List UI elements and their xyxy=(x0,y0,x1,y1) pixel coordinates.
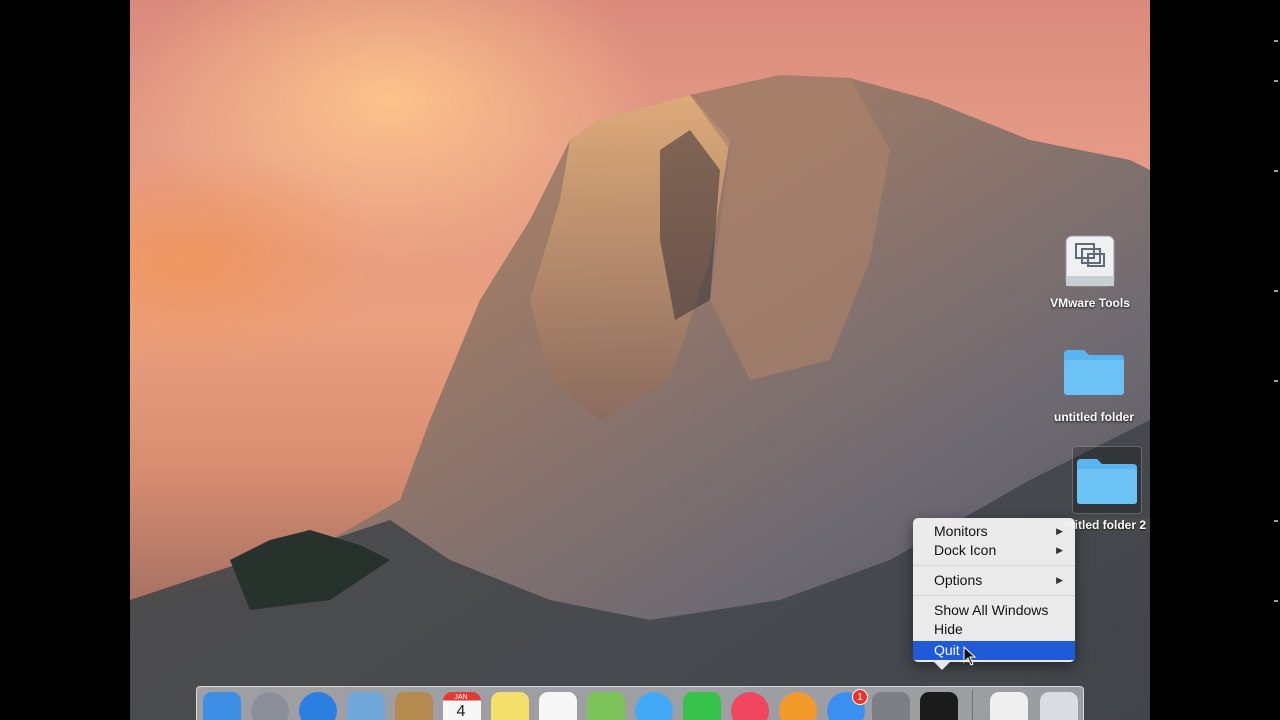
desktop-icon-label: untitled folder xyxy=(1054,410,1134,424)
menu-item-monitors[interactable]: Monitors ▶ xyxy=(913,522,1075,541)
photo-slideshow-icon[interactable] xyxy=(347,692,385,720)
menu-item-label: Show All Windows xyxy=(934,602,1049,618)
menu-separator xyxy=(913,595,1075,596)
activity-monitor-icon[interactable] xyxy=(920,692,958,720)
menu-item-label: Quit xyxy=(934,642,960,658)
desktop-icon-vmware-tools[interactable]: VMware Tools xyxy=(1035,232,1145,310)
desktop-icon-untitled-folder[interactable]: untitled folder xyxy=(1039,348,1149,424)
menu-item-label: Hide xyxy=(934,621,963,637)
margin-tick xyxy=(1274,520,1278,522)
margin-tick xyxy=(1274,80,1278,82)
menu-item-options[interactable]: Options ▶ xyxy=(913,571,1075,590)
margin-tick xyxy=(1274,380,1278,382)
submenu-arrow-icon: ▶ xyxy=(1056,575,1063,585)
documents-stack-icon[interactable] xyxy=(990,692,1028,720)
submenu-arrow-icon: ▶ xyxy=(1056,526,1063,536)
submenu-arrow-icon: ▶ xyxy=(1056,545,1063,555)
selected-icon-highlight xyxy=(1072,446,1142,514)
margin-tick xyxy=(1274,170,1278,172)
finder-icon[interactable] xyxy=(203,692,241,720)
menu-item-label: Options xyxy=(934,572,983,588)
notes-icon[interactable] xyxy=(491,692,529,720)
menu-item-dock-icon[interactable]: Dock Icon ▶ xyxy=(913,541,1075,560)
contacts-icon[interactable] xyxy=(395,692,433,720)
facetime-icon[interactable] xyxy=(683,692,721,720)
system-preferences-icon[interactable] xyxy=(872,692,910,720)
calendar-day-label: 4 xyxy=(456,703,466,720)
maps-icon[interactable] xyxy=(587,692,625,720)
reminders-icon[interactable] xyxy=(539,692,577,720)
dock-context-menu: Monitors ▶ Dock Icon ▶ Options ▶ Show Al… xyxy=(913,518,1075,662)
app-store-badge: 1 xyxy=(852,689,868,705)
calendar-month-label: JAN xyxy=(454,694,468,701)
trash-icon[interactable] xyxy=(1040,692,1078,720)
margin-tick xyxy=(1274,290,1278,292)
menu-item-label: Dock Icon xyxy=(934,542,997,558)
margin-tick xyxy=(1274,600,1278,602)
desktop-icon-label: VMware Tools xyxy=(1050,296,1130,310)
menu-item-quit[interactable]: Quit xyxy=(913,641,1075,660)
margin-tick xyxy=(1274,40,1278,42)
right-margin xyxy=(1150,0,1280,720)
menu-separator xyxy=(913,565,1075,566)
folder-icon xyxy=(1064,350,1124,395)
folder-icon xyxy=(1077,459,1137,504)
menu-item-hide[interactable]: Hide xyxy=(913,620,1075,639)
menu-item-label: Monitors xyxy=(934,523,988,539)
dock-divider xyxy=(972,690,973,720)
vmware-tools-drive-icon xyxy=(1065,235,1115,287)
mouse-pointer-icon xyxy=(963,646,977,666)
menu-pointer xyxy=(933,661,951,670)
menu-item-show-all-windows[interactable]: Show All Windows xyxy=(913,601,1075,620)
